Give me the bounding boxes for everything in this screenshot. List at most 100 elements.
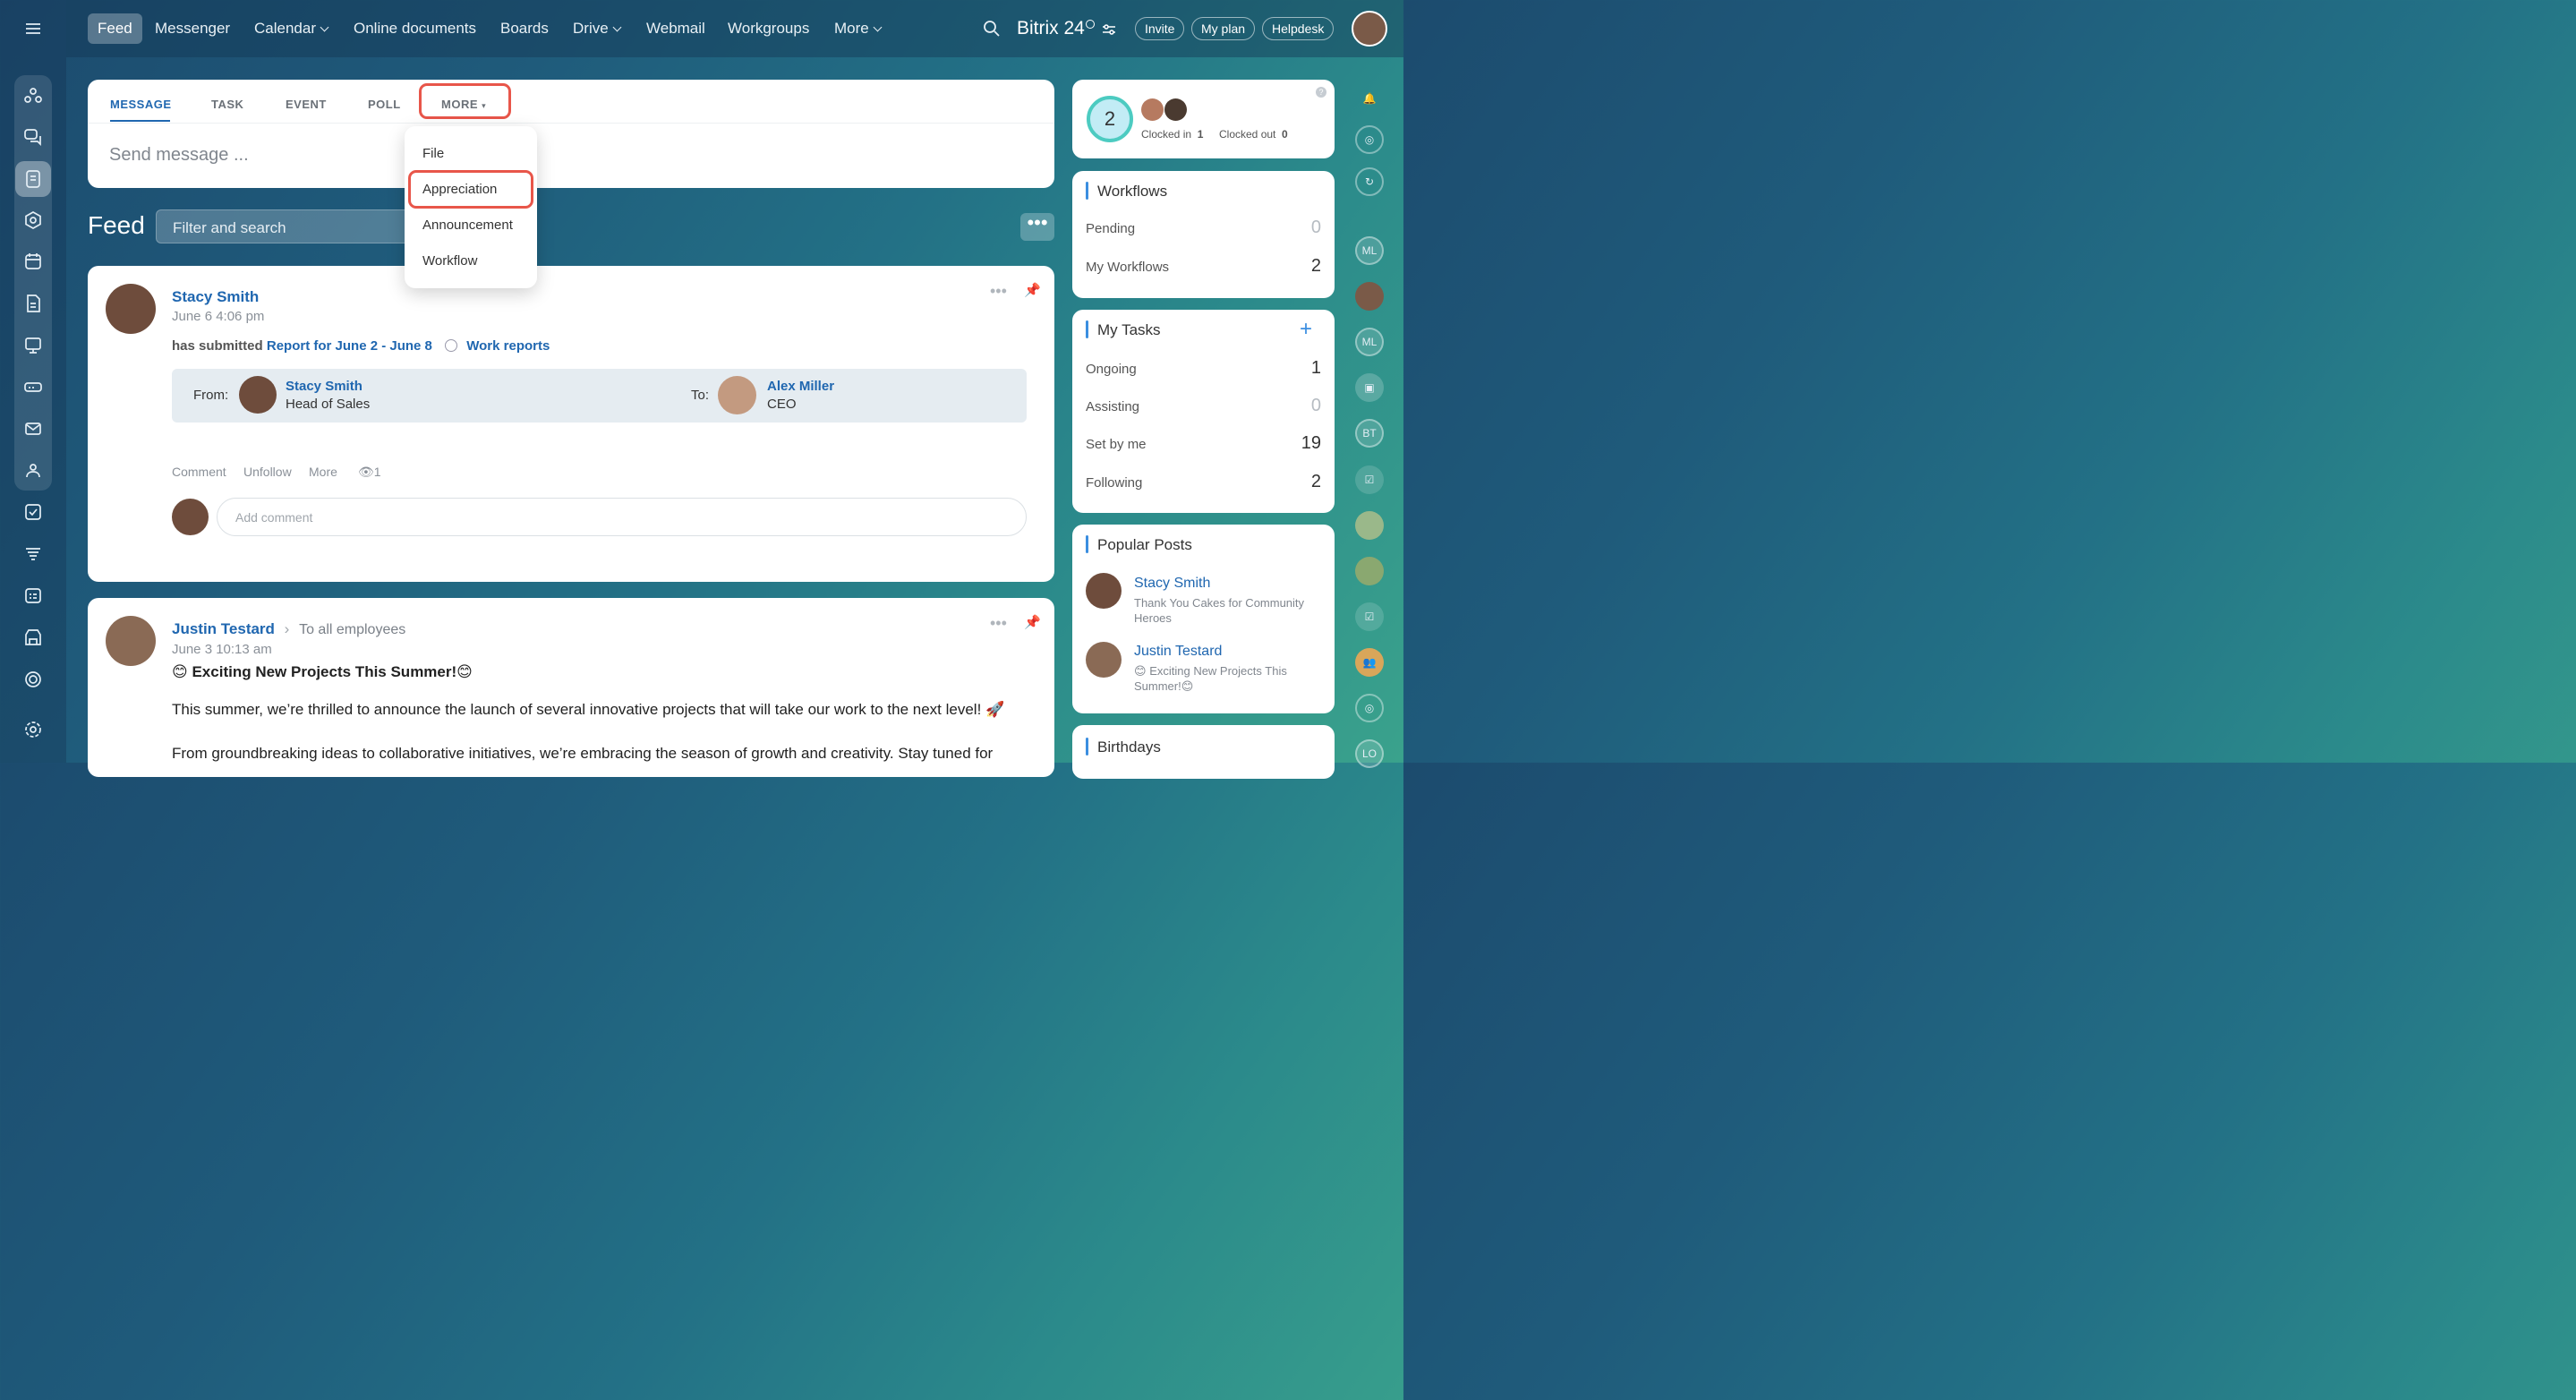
task-row[interactable]: Ongoing 1 <box>1086 358 1321 378</box>
post-audience[interactable]: To all employees <box>299 622 405 637</box>
views-counter[interactable]: 👁1 <box>358 465 381 480</box>
add-task-icon[interactable]: + <box>1300 317 1312 342</box>
task-row[interactable]: Assisting 0 <box>1086 396 1321 415</box>
bell-icon[interactable]: 🔔 <box>1355 84 1384 113</box>
task-row[interactable]: Following 2 <box>1086 472 1321 491</box>
workflow-row[interactable]: Pending 0 <box>1086 218 1321 237</box>
tab-message[interactable]: MESSAGE <box>110 98 172 111</box>
filter-search-input[interactable]: Filter and search <box>156 209 424 243</box>
to-name[interactable]: Alex Miller <box>767 379 834 394</box>
workflows-title[interactable]: Workflows <box>1097 183 1167 201</box>
tab-event[interactable]: EVENT <box>286 98 327 111</box>
invite-button[interactable]: Invite <box>1135 17 1185 40</box>
contact-avatar[interactable] <box>1355 282 1384 311</box>
contact-avatar[interactable]: BT <box>1355 419 1384 448</box>
feed-icon[interactable] <box>15 161 51 197</box>
feed-options-button[interactable]: ••• <box>1020 213 1054 241</box>
document-icon[interactable] <box>15 286 51 321</box>
post-date[interactable]: June 6 4:06 pm <box>172 309 264 324</box>
group-icon[interactable]: 👥 <box>1355 648 1384 677</box>
notebook-icon[interactable]: ▣ <box>1355 373 1384 402</box>
collab-icon[interactable] <box>15 78 51 114</box>
contact-avatar[interactable] <box>1355 511 1384 540</box>
nav-calendar[interactable]: Calendar <box>244 13 337 44</box>
workflow-row[interactable]: My Workflows 2 <box>1086 256 1321 276</box>
author-avatar[interactable] <box>106 616 156 666</box>
post-author[interactable]: Justin Testard <box>172 620 275 637</box>
birthdays-title[interactable]: Birthdays <box>1097 738 1161 756</box>
nav-feed[interactable]: Feed <box>88 13 142 44</box>
tab-task[interactable]: TASK <box>211 98 243 111</box>
add-comment-input[interactable]: Add comment <box>217 498 1027 536</box>
pin-icon[interactable]: 📌 <box>1024 282 1041 298</box>
nav-boards[interactable]: Boards <box>490 13 559 44</box>
menu-item-announcement[interactable]: Announcement <box>422 218 513 233</box>
nav-workgroups[interactable]: Workgroups <box>718 13 819 44</box>
crm-icon[interactable] <box>15 536 51 572</box>
task-check-icon[interactable]: ☑ <box>1355 602 1384 631</box>
task-row[interactable]: Set by me 19 <box>1086 433 1321 453</box>
chat-icon[interactable]: ↻ <box>1355 167 1384 196</box>
from-avatar[interactable] <box>239 376 277 414</box>
copilot-icon[interactable]: ◎ <box>1355 125 1384 154</box>
contact-avatar[interactable]: ML <box>1355 236 1384 265</box>
booking-icon[interactable] <box>15 577 51 613</box>
target-icon[interactable]: ◎ <box>1355 694 1384 722</box>
post-options-icon[interactable]: ••• <box>990 614 1007 633</box>
task-check-icon[interactable]: ☑ <box>1355 465 1384 494</box>
avatar[interactable] <box>1086 642 1122 678</box>
to-avatar[interactable] <box>718 376 756 414</box>
contact-avatar[interactable]: LO <box>1355 739 1384 768</box>
nav-drive[interactable]: Drive <box>563 13 630 44</box>
nav-messenger[interactable]: Messenger <box>145 13 240 44</box>
from-name[interactable]: Stacy Smith <box>286 379 363 394</box>
calendar-icon[interactable] <box>15 243 51 279</box>
post-author[interactable]: Stacy Smith <box>172 288 259 306</box>
groups-icon[interactable] <box>15 452 51 488</box>
store-icon[interactable] <box>15 619 51 655</box>
board-icon[interactable] <box>15 328 51 363</box>
more-link[interactable]: More <box>309 465 337 479</box>
pin-icon[interactable]: 📌 <box>1024 614 1041 630</box>
messenger-icon[interactable] <box>15 119 51 155</box>
views-count: 1 <box>373 465 381 479</box>
post-date[interactable]: June 3 10:13 am <box>172 642 272 657</box>
menu-icon[interactable] <box>15 11 51 47</box>
post-options-icon[interactable]: ••• <box>990 282 1007 301</box>
brand-logo[interactable]: Bitrix 24 <box>1017 18 1085 39</box>
comment-placeholder: Add comment <box>235 510 313 525</box>
category-link[interactable]: Work reports <box>466 338 550 354</box>
helpdesk-button[interactable]: Helpdesk <box>1262 17 1335 40</box>
popular-text[interactable]: 😊 Exciting New Projects This Summer!😊 <box>1134 663 1313 694</box>
mail-icon[interactable] <box>15 411 51 447</box>
tasks-icon[interactable] <box>15 494 51 530</box>
contact-avatar[interactable] <box>1355 557 1384 585</box>
settings-icon[interactable] <box>15 712 51 747</box>
nav-webmail[interactable]: Webmail <box>636 13 715 44</box>
nav-more[interactable]: More <box>824 13 891 44</box>
search-icon[interactable] <box>983 20 1001 42</box>
unfollow-link[interactable]: Unfollow <box>243 465 292 479</box>
message-input[interactable]: Send message ... <box>109 145 249 166</box>
drive-icon[interactable] <box>15 369 51 405</box>
popular-author[interactable]: Justin Testard <box>1134 644 1222 660</box>
help-icon[interactable]: ? <box>1316 87 1326 98</box>
tasks-title[interactable]: My Tasks <box>1097 321 1161 339</box>
report-link[interactable]: Report for June 2 - June 8 <box>267 338 432 354</box>
sliders-icon[interactable] <box>1102 23 1116 40</box>
comment-link[interactable]: Comment <box>172 465 226 479</box>
menu-item-file[interactable]: File <box>422 146 444 161</box>
target-icon[interactable] <box>15 662 51 697</box>
popular-text[interactable]: Thank You Cakes for Community Heroes <box>1134 595 1322 626</box>
my-plan-button[interactable]: My plan <box>1191 17 1256 40</box>
clock-counter[interactable]: 2 <box>1087 96 1133 142</box>
hexagon-icon[interactable] <box>15 202 51 238</box>
popular-author[interactable]: Stacy Smith <box>1134 576 1210 592</box>
menu-item-workflow[interactable]: Workflow <box>422 253 477 269</box>
avatar[interactable] <box>1086 573 1122 609</box>
user-avatar[interactable] <box>1352 11 1387 47</box>
contact-avatar[interactable]: ML <box>1355 328 1384 356</box>
author-avatar[interactable] <box>106 284 156 334</box>
nav-online-documents[interactable]: Online documents <box>344 13 486 44</box>
tab-poll[interactable]: POLL <box>368 98 401 111</box>
